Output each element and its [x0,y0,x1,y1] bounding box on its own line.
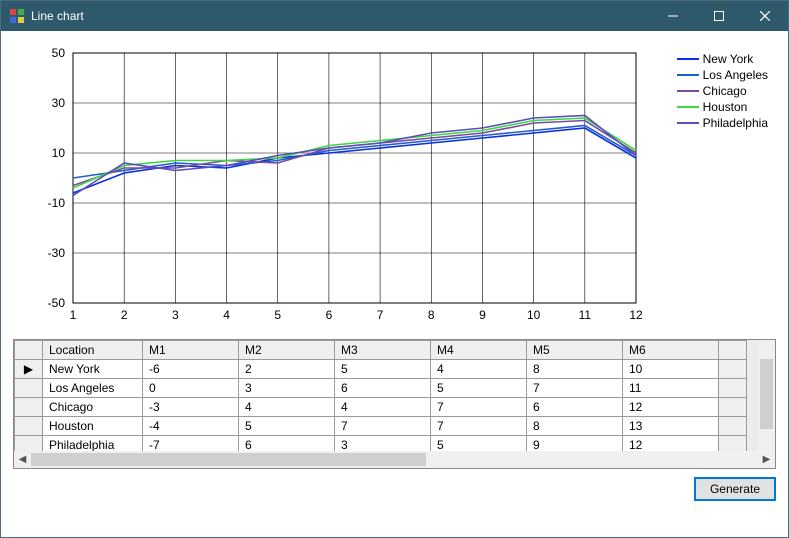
table-cell[interactable]: 7 [431,398,527,417]
table-cell[interactable]: 4 [431,360,527,379]
table-cell[interactable]: New York [43,360,143,379]
app-icon [9,8,25,24]
column-header[interactable]: M3 [335,341,431,360]
table-row[interactable]: Los Angeles0365711 [15,379,747,398]
legend-label: New York [703,51,754,67]
table-cell[interactable]: -6 [143,360,239,379]
table-cell[interactable]: Chicago [43,398,143,417]
svg-text:6: 6 [326,308,333,322]
legend-item: New York [677,51,768,67]
legend-item: Houston [677,99,768,115]
table-cell[interactable]: 4 [239,398,335,417]
table-cell[interactable]: 5 [239,417,335,436]
legend-swatch [677,58,699,60]
generate-button[interactable]: Generate [694,477,776,501]
table-cell[interactable]: 6 [335,379,431,398]
legend-label: Philadelphia [703,115,768,131]
horizontal-scroll-thumb[interactable] [31,453,426,466]
scroll-right-arrow[interactable]: ▶ [758,451,775,468]
svg-text:11: 11 [579,308,592,322]
column-header[interactable]: M1 [143,341,239,360]
table-cell[interactable]: 7 [335,417,431,436]
svg-text:-50: -50 [48,296,66,310]
maximize-button[interactable] [696,1,742,31]
svg-text:8: 8 [428,308,435,322]
svg-text:10: 10 [527,308,541,322]
legend-item: Los Angeles [677,67,768,83]
window-buttons [650,1,788,31]
titlebar: Line chart [1,1,788,31]
row-selector[interactable] [15,417,43,436]
scroll-track[interactable] [31,451,758,468]
table-cell[interactable]: 7 [431,417,527,436]
table-cell[interactable]: 11 [623,379,719,398]
table-cell[interactable]: -3 [143,398,239,417]
chart-legend: New YorkLos AngelesChicagoHoustonPhilade… [677,51,768,131]
table-cell[interactable]: 7 [527,379,623,398]
row-selector-header [15,341,43,360]
table-cell[interactable]: 3 [239,379,335,398]
data-grid[interactable]: LocationM1M2M3M4M5M6▶New York-6254810Los… [13,339,776,469]
table-cell[interactable]: 5 [335,360,431,379]
close-button[interactable] [742,1,788,31]
column-header[interactable]: M6 [623,341,719,360]
button-row: Generate [13,477,776,501]
legend-item: Philadelphia [677,115,768,131]
table-cell[interactable]: Houston [43,417,143,436]
svg-text:4: 4 [223,308,230,322]
table-header-row: LocationM1M2M3M4M5M6 [15,341,747,360]
legend-label: Chicago [703,83,747,99]
column-header[interactable]: M5 [527,341,623,360]
svg-text:9: 9 [479,308,486,322]
svg-text:1: 1 [70,308,77,322]
svg-text:3: 3 [172,308,179,322]
minimize-button[interactable] [650,1,696,31]
svg-text:2: 2 [121,308,128,322]
column-header[interactable]: M4 [431,341,527,360]
svg-text:50: 50 [52,46,66,60]
row-selector[interactable] [15,398,43,417]
table-cell[interactable]: 8 [527,360,623,379]
table-cell[interactable]: -4 [143,417,239,436]
row-selector[interactable] [15,379,43,398]
svg-text:-10: -10 [48,196,66,210]
table-cell[interactable]: 6 [527,398,623,417]
table-cell[interactable]: 12 [623,398,719,417]
svg-text:-30: -30 [48,246,66,260]
table-cell[interactable]: 10 [623,360,719,379]
table-cell[interactable]: 0 [143,379,239,398]
table-row[interactable]: ▶New York-6254810 [15,360,747,379]
table-cell[interactable]: 2 [239,360,335,379]
scroll-left-arrow[interactable]: ◀ [14,451,31,468]
legend-item: Chicago [677,83,768,99]
vertical-scrollbar[interactable] [758,340,775,451]
svg-text:5: 5 [274,308,281,322]
row-selector[interactable]: ▶ [15,360,43,379]
legend-swatch [677,74,699,76]
content-area: 123456789101112-50-30-10103050 New YorkL… [1,31,788,509]
legend-swatch [677,90,699,92]
table-cell[interactable]: 4 [335,398,431,417]
legend-swatch [677,106,699,108]
vertical-scroll-thumb[interactable] [760,359,773,429]
table-cell[interactable]: Los Angeles [43,379,143,398]
window-title: Line chart [31,9,650,23]
line-chart: 123456789101112-50-30-10103050 New YorkL… [13,43,776,333]
legend-label: Houston [703,99,748,115]
table-row[interactable]: Chicago-3447612 [15,398,747,417]
legend-label: Los Angeles [703,67,768,83]
column-header[interactable]: Location [43,341,143,360]
table-cell[interactable]: 13 [623,417,719,436]
legend-swatch [677,122,699,124]
svg-text:12: 12 [629,308,643,322]
svg-text:30: 30 [52,96,66,110]
svg-text:7: 7 [377,308,384,322]
table-cell[interactable]: 5 [431,379,527,398]
horizontal-scrollbar[interactable]: ◀ ▶ [14,451,775,468]
svg-text:10: 10 [52,146,66,160]
column-header[interactable]: M2 [239,341,335,360]
table-row[interactable]: Houston-4577813 [15,417,747,436]
table-cell[interactable]: 8 [527,417,623,436]
